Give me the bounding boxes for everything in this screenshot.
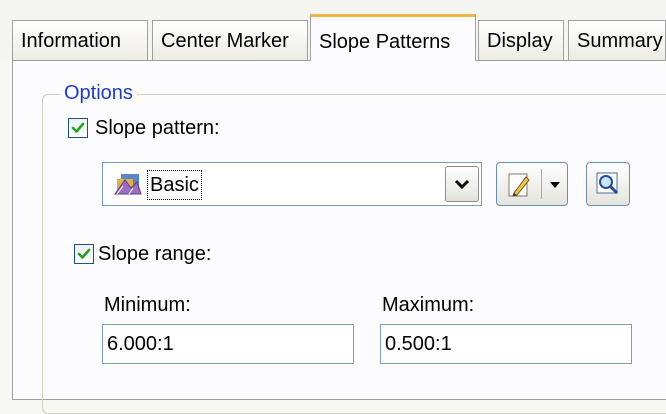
split-divider — [541, 169, 542, 199]
options-legend: Options — [60, 80, 137, 106]
slope-pattern-select[interactable]: Basic — [102, 162, 482, 206]
magnifier-icon — [596, 172, 619, 195]
tab-center-marker[interactable]: Center Marker — [152, 20, 308, 60]
tab-label: Center Marker — [161, 30, 289, 52]
slope-range-label: Slope range: — [98, 243, 212, 265]
minimum-input[interactable]: 6.000:1 — [102, 324, 354, 364]
chevron-down-icon — [454, 179, 470, 190]
maximum-input[interactable]: 0.500:1 — [380, 324, 632, 364]
check-mark-icon — [77, 248, 91, 259]
tab-information[interactable]: Information — [12, 20, 148, 60]
slope-pattern-value: Basic — [147, 170, 202, 200]
tab-display[interactable]: Display — [478, 20, 564, 60]
combo-dropdown-button[interactable] — [445, 166, 479, 202]
tab-label: Summary — [577, 30, 663, 52]
tab-label: Display — [487, 30, 553, 52]
edit-style-split-button[interactable] — [496, 162, 568, 206]
tab-label: Information — [21, 30, 122, 52]
check-mark-icon — [71, 122, 85, 133]
preview-button[interactable] — [586, 162, 630, 206]
minimum-label: Minimum: — [104, 294, 191, 316]
slope-pattern-style-icon — [111, 170, 143, 198]
slope-range-checkbox[interactable] — [74, 244, 94, 264]
pencil-edit-icon — [508, 173, 530, 197]
tab-slope-patterns[interactable]: Slope Patterns — [310, 14, 476, 61]
slope-pattern-label: Slope pattern: — [95, 117, 220, 139]
tab-summary[interactable]: Summary — [568, 20, 666, 60]
slope-pattern-checkbox[interactable] — [68, 118, 88, 138]
chevron-down-icon[interactable] — [547, 177, 563, 193]
maximum-label: Maximum: — [382, 294, 475, 316]
tab-label: Slope Patterns — [319, 31, 451, 53]
tab-strip: Information Center Marker Slope Patterns… — [0, 0, 666, 61]
